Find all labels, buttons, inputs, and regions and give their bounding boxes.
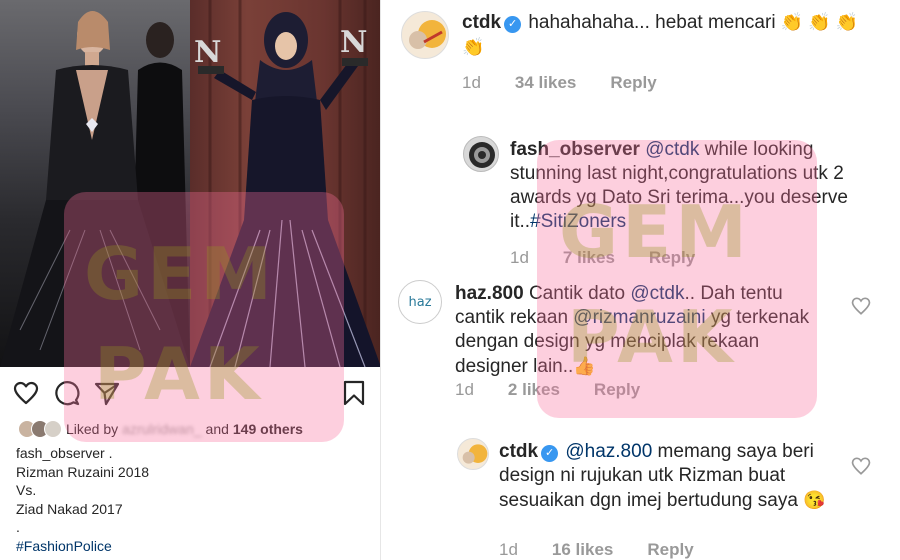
- avatar[interactable]: haz: [398, 280, 442, 324]
- avatar: [44, 420, 62, 438]
- watermark-text: GEM: [84, 232, 276, 316]
- svg-text:N: N: [340, 25, 367, 60]
- comment-text: hahahahaha... hebat mencari: [528, 12, 776, 33]
- avatar[interactable]: [463, 136, 499, 172]
- watermark-text: PAK: [94, 332, 264, 416]
- post-caption: fash_observer . Rizman Ruzaini 2018 Vs. …: [16, 444, 366, 555]
- comment-meta: 1d 34 likes Reply: [462, 73, 657, 93]
- comment-mention[interactable]: @haz.800: [565, 441, 652, 462]
- gempak-watermark: GEM PAK: [537, 140, 817, 418]
- comment-username[interactable]: ctdk: [462, 12, 501, 33]
- comment-like-button[interactable]: [851, 456, 871, 476]
- bookmark-icon: [343, 380, 365, 406]
- comment-age: 1d: [455, 380, 474, 399]
- like-button[interactable]: [10, 377, 42, 409]
- comment-likes[interactable]: 34 likes: [515, 73, 576, 93]
- caption-hashtag[interactable]: #FashionPolice: [16, 537, 366, 556]
- avatar[interactable]: [401, 11, 449, 59]
- watermark-text: GEM: [559, 190, 751, 274]
- comment-1: ctdk ✓ hahahahaha... hebat mencari 👏 👏 👏 …: [462, 10, 882, 60]
- reply-button[interactable]: Reply: [610, 73, 656, 93]
- gempak-watermark: GEM PAK: [64, 192, 344, 442]
- comment-age: 1d: [510, 248, 529, 267]
- heart-icon: [851, 297, 871, 320]
- comment-username[interactable]: haz.800: [455, 283, 524, 304]
- verified-icon: ✓: [541, 445, 559, 462]
- comment-emoji: 😘: [803, 490, 826, 510]
- reply-button[interactable]: Reply: [647, 540, 693, 560]
- heart-icon: [13, 381, 39, 405]
- comment-age: 1d: [462, 73, 481, 92]
- caption-line: Vs.: [16, 482, 37, 498]
- svg-text:N: N: [194, 35, 221, 70]
- watermark-text: PAK: [567, 295, 737, 379]
- comment-username[interactable]: ctdk: [499, 441, 538, 462]
- avatar[interactable]: [457, 438, 489, 470]
- heart-icon: [851, 457, 871, 480]
- caption-line: .: [16, 519, 20, 535]
- liker-avatars: [18, 420, 62, 438]
- caption-author[interactable]: fash_observer: [16, 445, 105, 461]
- caption-line: Rizman Ruzaini 2018: [16, 463, 150, 480]
- comment-4: ctdk ✓ @haz.800 memang saya beri design n…: [499, 440, 839, 513]
- caption-line: Ziad Nakad 2017: [16, 500, 123, 517]
- comment-age: 1d: [499, 540, 518, 559]
- verified-icon: ✓: [504, 16, 522, 33]
- caption-author-line: fash_observer .: [16, 445, 113, 461]
- comment-likes[interactable]: 16 likes: [552, 540, 613, 560]
- comment-like-button[interactable]: [851, 296, 871, 316]
- comment-meta: 1d 16 likes Reply: [499, 540, 694, 560]
